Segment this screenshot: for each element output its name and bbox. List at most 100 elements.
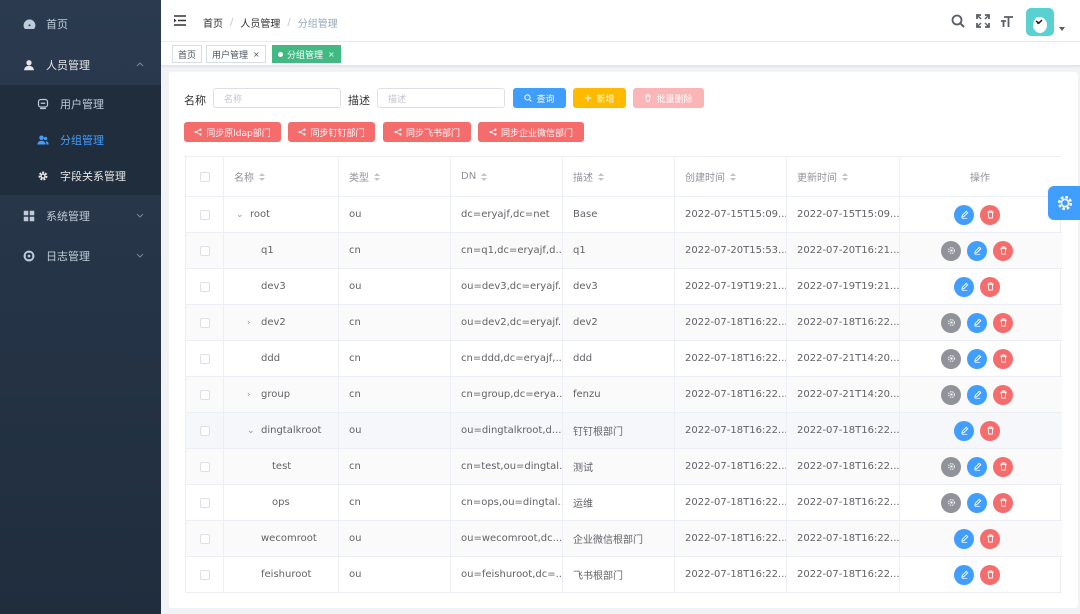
delete-button[interactable] [980,420,1000,441]
edit-button[interactable] [967,240,987,261]
avatar[interactable] [1026,8,1054,36]
column-header-created[interactable]: 创建时间 [675,157,787,196]
sort-icon[interactable] [730,172,736,181]
edit-button[interactable] [954,528,974,549]
row-checkbox[interactable] [200,281,210,292]
row-checkbox[interactable] [200,245,210,256]
edit-button[interactable] [967,312,987,333]
row-checkbox[interactable] [200,353,210,364]
table-row[interactable]: test cn cn=test,ou=dingtal... 测试 2022-07-18T… [186,449,1062,485]
tag-users[interactable]: 用户管理 × [206,45,266,63]
sort-icon[interactable] [598,172,604,181]
table-row[interactable]: wecomroot ou ou=wecomroot,dc... 企业微信根部门 2022… [186,521,1062,557]
sidebar-item-system[interactable]: 系统管理 [0,196,161,236]
delete-button[interactable] [980,276,1000,297]
sort-icon[interactable] [481,172,488,181]
table-row[interactable]: ddd cn cn=ddd,dc=eryajf,... ddd 2022-07-18T1… [186,341,1062,377]
sidebar-item-people[interactable]: 人员管理 [0,45,161,85]
edit-button[interactable] [967,456,987,477]
edit-button[interactable] [967,384,987,405]
edit-button[interactable] [954,564,974,585]
members-button[interactable] [941,456,961,477]
edit-button[interactable] [954,204,974,225]
table-row[interactable]: ⌄ root ou dc=eryajf,dc=net Base 2022-07-15T15… [186,197,1062,233]
row-checkbox[interactable] [200,317,210,328]
sync-feishu-button[interactable]: 同步飞书部门 [383,122,471,142]
search-icon[interactable] [951,14,965,28]
column-header-updated[interactable]: 更新时间 [787,157,900,196]
sidebar-item-home[interactable]: 首页 [0,4,161,44]
column-header-dn[interactable]: DN [451,157,563,196]
table-row[interactable]: ⌄ dingtalkroot ou ou=dingtalkroot,d... 钉钉根部门… [186,413,1062,449]
table-row[interactable]: dev3 ou ou=dev3,dc=eryajf... dev3 2022-07-19… [186,269,1062,305]
table-row[interactable]: › group cn cn=group,dc=erya... fenzu 2022-07-… [186,377,1062,413]
sync-dingtalk-button[interactable]: 同步钉钉部门 [288,122,375,142]
close-icon[interactable]: × [253,50,260,59]
tag-groups[interactable]: 分组管理 × [272,45,341,63]
name-filter-input[interactable]: 名称 [213,88,341,108]
delete-button[interactable] [993,492,1013,513]
expand-toggle-icon[interactable]: ⌄ [236,210,244,220]
row-checkbox[interactable] [200,569,210,580]
sync-wecom-button[interactable]: 同步企业微信部门 [478,122,584,142]
sort-icon[interactable] [842,172,848,181]
table-row[interactable]: ops cn cn=ops,ou=dingtal... 运维 2022-07-18T16… [186,485,1062,521]
row-checkbox[interactable] [200,533,210,544]
add-button[interactable]: 新增 [573,88,626,108]
breadcrumb-home[interactable]: 首页 [203,15,223,30]
edit-button[interactable] [967,492,987,513]
row-checkbox[interactable] [200,209,210,220]
sidebar-subitem-field-relations[interactable]: 字段关系管理 [0,158,161,194]
fullscreen-icon[interactable] [976,14,990,28]
edit-button[interactable] [954,276,974,297]
batch-delete-button[interactable]: 批量删除 [633,88,704,108]
members-button[interactable] [941,492,961,513]
edit-button[interactable] [954,420,974,441]
row-checkbox[interactable] [200,425,210,436]
table-row[interactable]: feishuroot ou ou=feishuroot,dc=... 飞书根部门 202… [186,557,1062,593]
caret-down-icon[interactable] [1059,27,1065,31]
column-header-desc[interactable]: 描述 [563,157,675,196]
name-filter-label: 名称 [184,94,206,107]
members-button[interactable] [941,240,961,261]
delete-button[interactable] [993,240,1013,261]
sidebar-item-logs[interactable]: 日志管理 [0,236,161,276]
delete-button[interactable] [993,384,1013,405]
column-header-type[interactable]: 类型 [339,157,451,196]
delete-button[interactable] [980,564,1000,585]
sync-ldap-button[interactable]: 同步原ldap部门 [184,122,281,142]
delete-button[interactable] [993,312,1013,333]
cell-actions [900,341,1060,376]
sidebar-subitem-groups[interactable]: 分组管理 [0,122,161,158]
row-checkbox[interactable] [200,497,210,508]
sidebar-subitem-users[interactable]: 用户管理 [0,86,161,122]
tag-home[interactable]: 首页 [172,45,203,63]
edit-button[interactable] [967,348,987,369]
row-checkbox[interactable] [200,389,210,400]
expand-toggle-icon[interactable]: › [247,390,255,400]
delete-button[interactable] [993,348,1013,369]
delete-button[interactable] [980,528,1000,549]
column-header-name[interactable]: 名称 [224,157,339,196]
sort-icon[interactable] [259,172,265,181]
sort-icon[interactable] [374,172,380,181]
settings-button[interactable] [1048,186,1080,220]
row-checkbox[interactable] [200,461,210,472]
table-row[interactable]: › dev2 cn ou=dev2,dc=eryajf... dev2 2022-07-1… [186,305,1062,341]
select-all-checkbox[interactable] [200,171,210,182]
close-icon[interactable]: × [328,50,335,59]
expand-toggle-icon[interactable]: ⌄ [247,426,255,436]
members-button[interactable] [941,312,961,333]
delete-button[interactable] [980,204,1000,225]
table-row[interactable]: q1 cn cn=q1,dc=eryajf,d... q1 2022-07-20T15:… [186,233,1062,269]
members-button[interactable] [941,384,961,405]
expand-toggle-icon[interactable]: › [247,318,255,328]
breadcrumb-people[interactable]: 人员管理 [240,15,280,30]
hamburger-icon[interactable] [174,15,186,26]
desc-filter-input[interactable]: 描述 [377,88,505,108]
delete-button[interactable] [993,456,1013,477]
members-button[interactable] [941,348,961,369]
font-size-icon[interactable] [1000,14,1014,28]
cell-dn: ou=wecomroot,dc... [451,521,563,556]
query-button[interactable]: 查询 [513,88,566,108]
